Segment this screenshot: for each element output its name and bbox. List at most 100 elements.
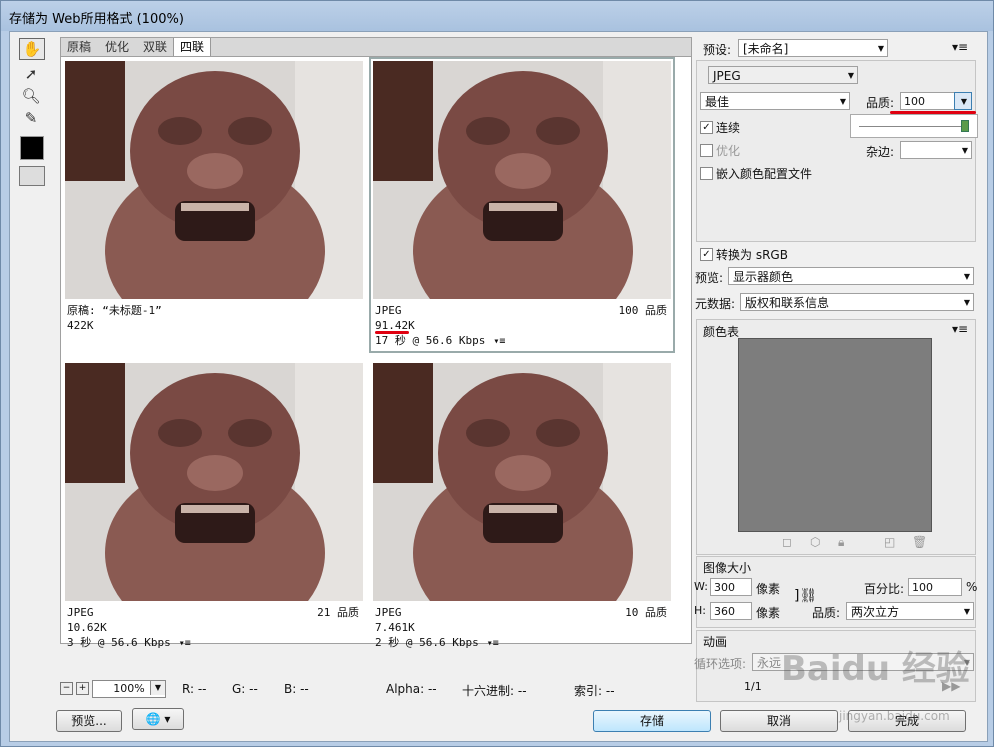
chevron-down-icon: ▼ [963, 298, 970, 307]
chevron-down-icon: ▼ [961, 146, 968, 155]
pane-quality: 21 品质 [317, 606, 359, 619]
width-input[interactable]: 300 [710, 578, 752, 596]
web-snap-icon[interactable]: ⬡ [810, 535, 820, 549]
watermark-logo: Baidu 经验 [781, 649, 970, 689]
preview-button[interactable]: 预览... [56, 710, 122, 732]
zoom-out-button[interactable]: − [60, 682, 73, 695]
slice-select-tool-icon[interactable]: ➚ [19, 64, 43, 84]
alpha-readout: Alpha: -- [386, 682, 437, 696]
pane-info: 原稿: “未标题-1” 422K [67, 303, 361, 333]
index-readout: 索引: -- [574, 684, 615, 698]
pane-download-time: 17 秒 @ 56.6 Kbps [375, 334, 486, 347]
quality-input[interactable]: 100 [900, 92, 958, 110]
preview-grid: 原稿: “未标题-1” 422K JPEG 100 品质 91.42K 17 秒… [60, 56, 692, 649]
pane-quality: 100 品质 [618, 304, 668, 317]
hand-tool-icon[interactable]: ✋ [19, 38, 45, 60]
convert-srgb-checkbox[interactable]: ✓ 转换为 sRGB [700, 246, 788, 263]
eyedropper-tool-icon[interactable]: ✎ [19, 108, 43, 128]
height-label: H: [694, 604, 706, 617]
map-color-icon[interactable]: ◻ [782, 535, 792, 549]
pane-info: JPEG 100 品质 91.42K 17 秒 @ 56.6 Kbps ▾≡ [375, 303, 669, 349]
watermark-url: jingyan.baidu.com [839, 709, 950, 723]
metadata-label: 元数据: [695, 297, 736, 311]
zoom-in-button[interactable]: + [76, 682, 89, 695]
quality-value: 100 [904, 95, 925, 108]
preview-pane-original[interactable]: 原稿: “未标题-1” 422K [63, 59, 365, 351]
width-label: W: [694, 580, 708, 593]
resample-select[interactable]: 两次立方 ▼ [846, 602, 974, 620]
progressive-label: 连续 [716, 121, 741, 135]
compression-value: 最佳 [705, 95, 730, 109]
resample-value: 两次立方 [851, 605, 900, 619]
preview-select[interactable]: 显示器颜色 ▼ [728, 267, 974, 285]
lock-color-icon[interactable]: 🔒︎ [838, 535, 844, 550]
tab-optimized[interactable]: 优化 [99, 38, 135, 56]
preset-select[interactable]: [未命名] ▼ [738, 39, 888, 57]
width-value: 300 [714, 581, 735, 594]
percent-input[interactable]: 100 [908, 578, 962, 596]
view-tabs: 原稿 优化 双联 四联 [60, 37, 692, 57]
g-readout: G: -- [232, 682, 258, 696]
preview-image [65, 61, 363, 299]
pane-menu-icon[interactable]: ▾≡ [179, 638, 191, 649]
zoom-tool-icon[interactable]: 🔍︎ [19, 86, 43, 106]
quality-dropdown-button[interactable]: ▼ [954, 92, 972, 110]
quality-slider-track [859, 126, 967, 127]
frame-counter: 1/1 [744, 680, 762, 693]
new-color-icon[interactable]: ◰ [884, 535, 895, 549]
lion-statue-image [373, 363, 671, 601]
tab-4up[interactable]: 四联 [173, 38, 212, 56]
tab-original[interactable]: 原稿 [61, 38, 97, 56]
pane-size: 7.461K [375, 621, 415, 634]
color-table-menu-icon[interactable]: ▾≡ [952, 322, 968, 336]
chevron-down-icon: ▼ [963, 607, 970, 616]
matte-select[interactable]: ▼ [900, 141, 972, 159]
progressive-checkbox[interactable]: ✓ 连续 [700, 119, 740, 136]
preview-image [373, 61, 671, 299]
checkbox-box [700, 167, 713, 180]
loop-label: 循环选项: [694, 657, 747, 671]
color-table-swatch-area[interactable] [738, 338, 932, 532]
pane-menu-icon[interactable]: ▾≡ [487, 638, 499, 649]
chevron-down-icon[interactable]: ▼ [150, 681, 165, 695]
optimized-label: 优化 [716, 144, 741, 158]
browser-preview-icon[interactable]: 🌐 ▾ [132, 708, 184, 730]
resample-label: 品质: [812, 606, 841, 620]
pane-menu-icon[interactable]: ▾≡ [493, 336, 505, 347]
percent-unit: % [966, 580, 978, 594]
format-select[interactable]: JPEG ▼ [708, 66, 858, 84]
preview-pane-2[interactable]: JPEG 100 品质 91.42K 17 秒 @ 56.6 Kbps ▾≡ [369, 57, 675, 353]
save-button[interactable]: 存储 [593, 710, 711, 732]
preview-image [373, 363, 671, 601]
pane-quality: 10 品质 [625, 606, 667, 619]
metadata-value: 版权和联系信息 [745, 296, 830, 310]
pane-download-time: 2 秒 @ 56.6 Kbps [375, 636, 479, 649]
window-title: 存储为 Web所用格式 (100%) [9, 12, 184, 27]
settings-menu-icon[interactable]: ▾≡ [952, 40, 968, 54]
eyedropper-color-swatch[interactable] [20, 136, 44, 160]
preset-value: [未命名] [743, 42, 789, 56]
optimized-checkbox[interactable]: 优化 [700, 142, 740, 159]
chevron-down-icon: ▼ [877, 44, 884, 53]
preview-pane-4[interactable]: JPEG 10 品质 7.461K 2 秒 @ 56.6 Kbps ▾≡ [371, 361, 673, 653]
status-bar: − + 100% ▼ R: -- G: -- B: -- Alpha: -- 十… [60, 680, 690, 698]
height-unit: 像素 [756, 606, 781, 620]
lion-statue-image [373, 61, 671, 299]
cancel-button[interactable]: 取消 [720, 710, 838, 732]
chevron-down-icon: ▼ [847, 71, 854, 80]
link-icon[interactable]: ]⛓ [794, 588, 817, 604]
quality-label: 品质: [866, 96, 895, 110]
metadata-select[interactable]: 版权和联系信息 ▼ [740, 293, 974, 311]
checkbox-box [700, 144, 713, 157]
trash-icon[interactable]: 🗑︎ [912, 535, 927, 549]
hex-readout: 十六进制: -- [462, 684, 527, 698]
toggle-slices-icon[interactable] [19, 166, 45, 186]
compression-select[interactable]: 最佳 ▼ [700, 92, 850, 110]
embed-profile-checkbox[interactable]: 嵌入颜色配置文件 [700, 165, 812, 182]
preview-pane-3[interactable]: JPEG 21 品质 10.62K 3 秒 @ 56.6 Kbps ▾≡ [63, 361, 365, 653]
quality-slider-thumb[interactable] [961, 120, 969, 132]
percent-label: 百分比: [864, 582, 905, 596]
height-input[interactable]: 360 [710, 602, 752, 620]
height-value: 360 [714, 605, 735, 618]
tab-2up[interactable]: 双联 [137, 38, 173, 56]
